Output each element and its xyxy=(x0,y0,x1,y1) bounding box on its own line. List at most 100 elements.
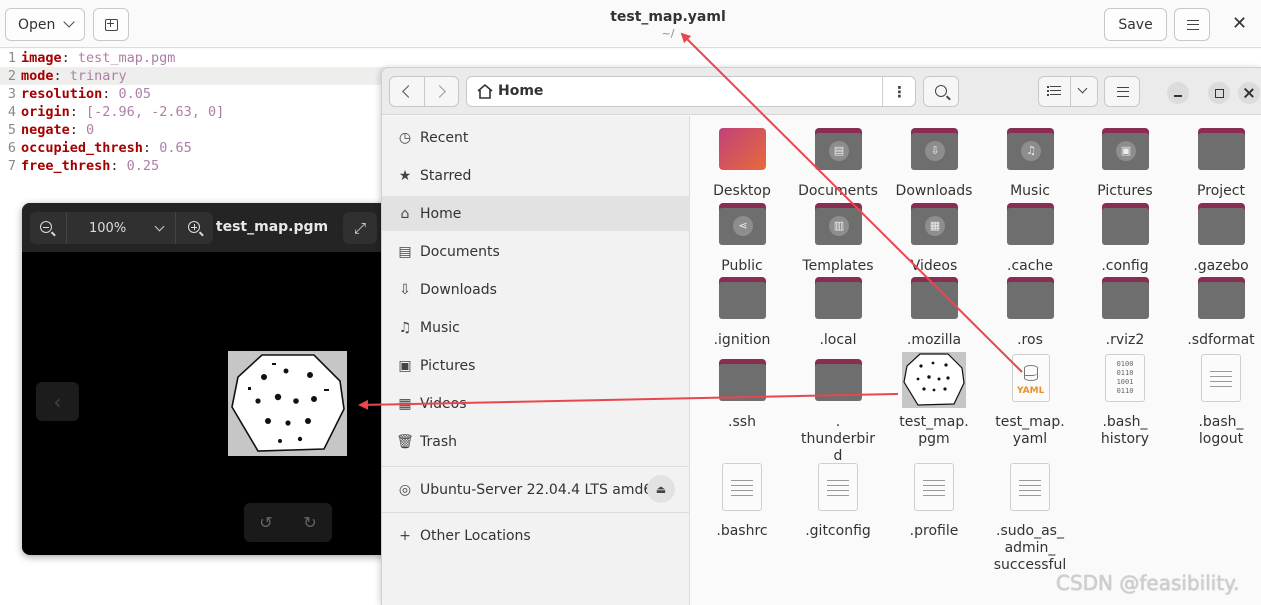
fullscreen-icon: ⤢ xyxy=(353,219,366,237)
search-button[interactable] xyxy=(923,76,959,107)
window-subtitle: ~/ xyxy=(661,27,675,40)
file-manager-window: Home ⋮ ◷ Recent ★ Starred ⌂ Home ▤ Documents… xyxy=(381,67,1261,605)
sidebar-item-trash[interactable]: 🗑 Trash xyxy=(382,424,690,459)
sidebar-item-pictures[interactable]: ▣ Pictures xyxy=(382,348,690,383)
file-label: .gazebo xyxy=(1193,258,1249,274)
new-tab-icon xyxy=(105,19,118,31)
path-bar[interactable]: Home ⋮ xyxy=(466,76,916,107)
sidebar-item-label: Recent xyxy=(420,129,469,146)
zoom-level-label: 100% xyxy=(89,220,127,236)
yaml-value: [-2.96, -2.63, 0] xyxy=(86,104,225,120)
document-icon: ▤ xyxy=(398,243,412,260)
previous-image-button[interactable]: ‹ xyxy=(36,382,79,421)
maximize-button[interactable] xyxy=(1208,82,1230,104)
downloads-folder-icon: ⇩ xyxy=(911,128,958,170)
view-controls xyxy=(1038,76,1098,107)
new-document-button[interactable] xyxy=(93,8,129,41)
open-button[interactable]: Open xyxy=(5,8,85,41)
image-viewer-title: test_map.pgm xyxy=(215,219,329,235)
chevron-down-icon xyxy=(1077,83,1088,94)
line-number: 3 xyxy=(7,86,16,102)
yaml-key: negate xyxy=(21,122,70,138)
file-label: .mozilla xyxy=(906,332,962,348)
minimize-button[interactable] xyxy=(1167,82,1189,104)
yaml-value: 0 xyxy=(86,122,95,138)
path-options-button[interactable]: ⋮ xyxy=(882,77,916,106)
folder-icon xyxy=(1198,128,1245,170)
file-label: test_map. yaml xyxy=(995,414,1065,447)
sidebar-item-label: Videos xyxy=(420,395,467,412)
sidebar-item-other-locations[interactable]: + Other Locations xyxy=(382,518,690,553)
yaml-value: 0.05 xyxy=(118,86,152,102)
templates-folder-icon: ▥ xyxy=(815,203,862,245)
rotate-right-button[interactable]: ↻ xyxy=(288,503,332,542)
colon: : xyxy=(110,158,127,174)
watermark: CSDN @feasibility. xyxy=(1056,571,1240,595)
save-button[interactable]: Save xyxy=(1104,8,1167,41)
file-label: Documents xyxy=(798,183,878,199)
sidebar-item-drive[interactable]: ◎ Ubuntu-Server 22.04.4 LTS amd64 xyxy=(382,472,690,507)
chevron-left-icon xyxy=(402,85,415,98)
forward-button[interactable] xyxy=(425,77,460,106)
clock-icon: ◷ xyxy=(398,129,412,146)
sidebar: ◷ Recent ★ Starred ⌂ Home ▤ Documents ⇩ Downl… xyxy=(382,116,690,605)
window-title: test_map.yaml xyxy=(610,9,726,25)
image-viewer-headerbar: 100% test_map.pgm ⤢ xyxy=(22,203,392,252)
sidebar-item-label: Starred xyxy=(420,167,472,184)
yaml-key: origin xyxy=(21,104,70,120)
rotate-left-button[interactable]: ↺ xyxy=(244,503,288,542)
files-menu-button[interactable] xyxy=(1104,76,1140,107)
sidebar-item-label: Home xyxy=(420,205,462,222)
line-number: 4 xyxy=(7,104,16,120)
sidebar-item-recent[interactable]: ◷ Recent xyxy=(382,120,690,155)
sidebar-item-music[interactable]: ♫ Music xyxy=(382,310,690,345)
sidebar-divider xyxy=(382,466,690,467)
yaml-badge: YAML xyxy=(1017,386,1045,396)
zoom-out-button[interactable] xyxy=(30,212,64,244)
picture-icon: ▣ xyxy=(398,357,412,374)
desktop-folder-icon xyxy=(719,128,766,170)
sidebar-item-videos[interactable]: ▦ Videos xyxy=(382,386,690,421)
back-button[interactable] xyxy=(390,77,425,106)
main-menu-button[interactable] xyxy=(1174,8,1210,41)
file-label: .ros xyxy=(1017,332,1043,348)
folder-icon xyxy=(1102,203,1149,245)
chevron-down-icon xyxy=(154,221,165,232)
yaml-key: resolution xyxy=(21,86,103,102)
video-icon: ▦ xyxy=(398,395,412,412)
sidebar-item-downloads[interactable]: ⇩ Downloads xyxy=(382,272,690,307)
file-label: .local xyxy=(819,332,857,348)
sidebar-item-starred[interactable]: ★ Starred xyxy=(382,158,690,193)
zoom-controls: 100% xyxy=(30,212,213,244)
zoom-level-dropdown[interactable]: 100% xyxy=(66,212,176,244)
hamburger-icon xyxy=(1117,87,1129,97)
sidebar-divider xyxy=(382,512,690,513)
gedit-headerbar: Open test_map.yaml ~/ Save ✕ xyxy=(0,0,1261,48)
sidebar-item-home[interactable]: ⌂ Home xyxy=(382,196,690,231)
home-icon: ⌂ xyxy=(400,205,410,222)
colon: : xyxy=(53,68,70,84)
videos-folder-icon: ▦ xyxy=(911,203,958,245)
text-file-icon xyxy=(1201,354,1241,402)
vertical-dots-icon: ⋮ xyxy=(892,82,907,101)
file-label: .bash_ history xyxy=(1100,414,1150,447)
close-button[interactable] xyxy=(1238,82,1260,104)
folder-icon xyxy=(719,359,766,401)
yaml-key: occupied_thresh xyxy=(21,140,143,156)
view-options-dropdown[interactable] xyxy=(1071,77,1097,106)
text-file-icon xyxy=(722,463,762,511)
sidebar-item-label: Documents xyxy=(420,243,500,260)
list-view-button[interactable] xyxy=(1039,77,1071,106)
close-icon[interactable]: ✕ xyxy=(1232,15,1247,33)
yaml-key: image xyxy=(21,50,62,66)
eject-button[interactable]: ⏏ xyxy=(647,475,675,503)
folder-icon xyxy=(1007,277,1054,319)
file-label: Downloads xyxy=(895,183,973,199)
sidebar-item-label: Pictures xyxy=(420,357,476,374)
fullscreen-button[interactable]: ⤢ xyxy=(343,212,377,244)
file-label: .cache xyxy=(1007,258,1053,274)
yaml-key: free_thresh xyxy=(21,158,111,174)
sidebar-item-documents[interactable]: ▤ Documents xyxy=(382,234,690,269)
zoom-out-icon xyxy=(40,221,52,233)
zoom-in-button[interactable] xyxy=(178,212,212,244)
